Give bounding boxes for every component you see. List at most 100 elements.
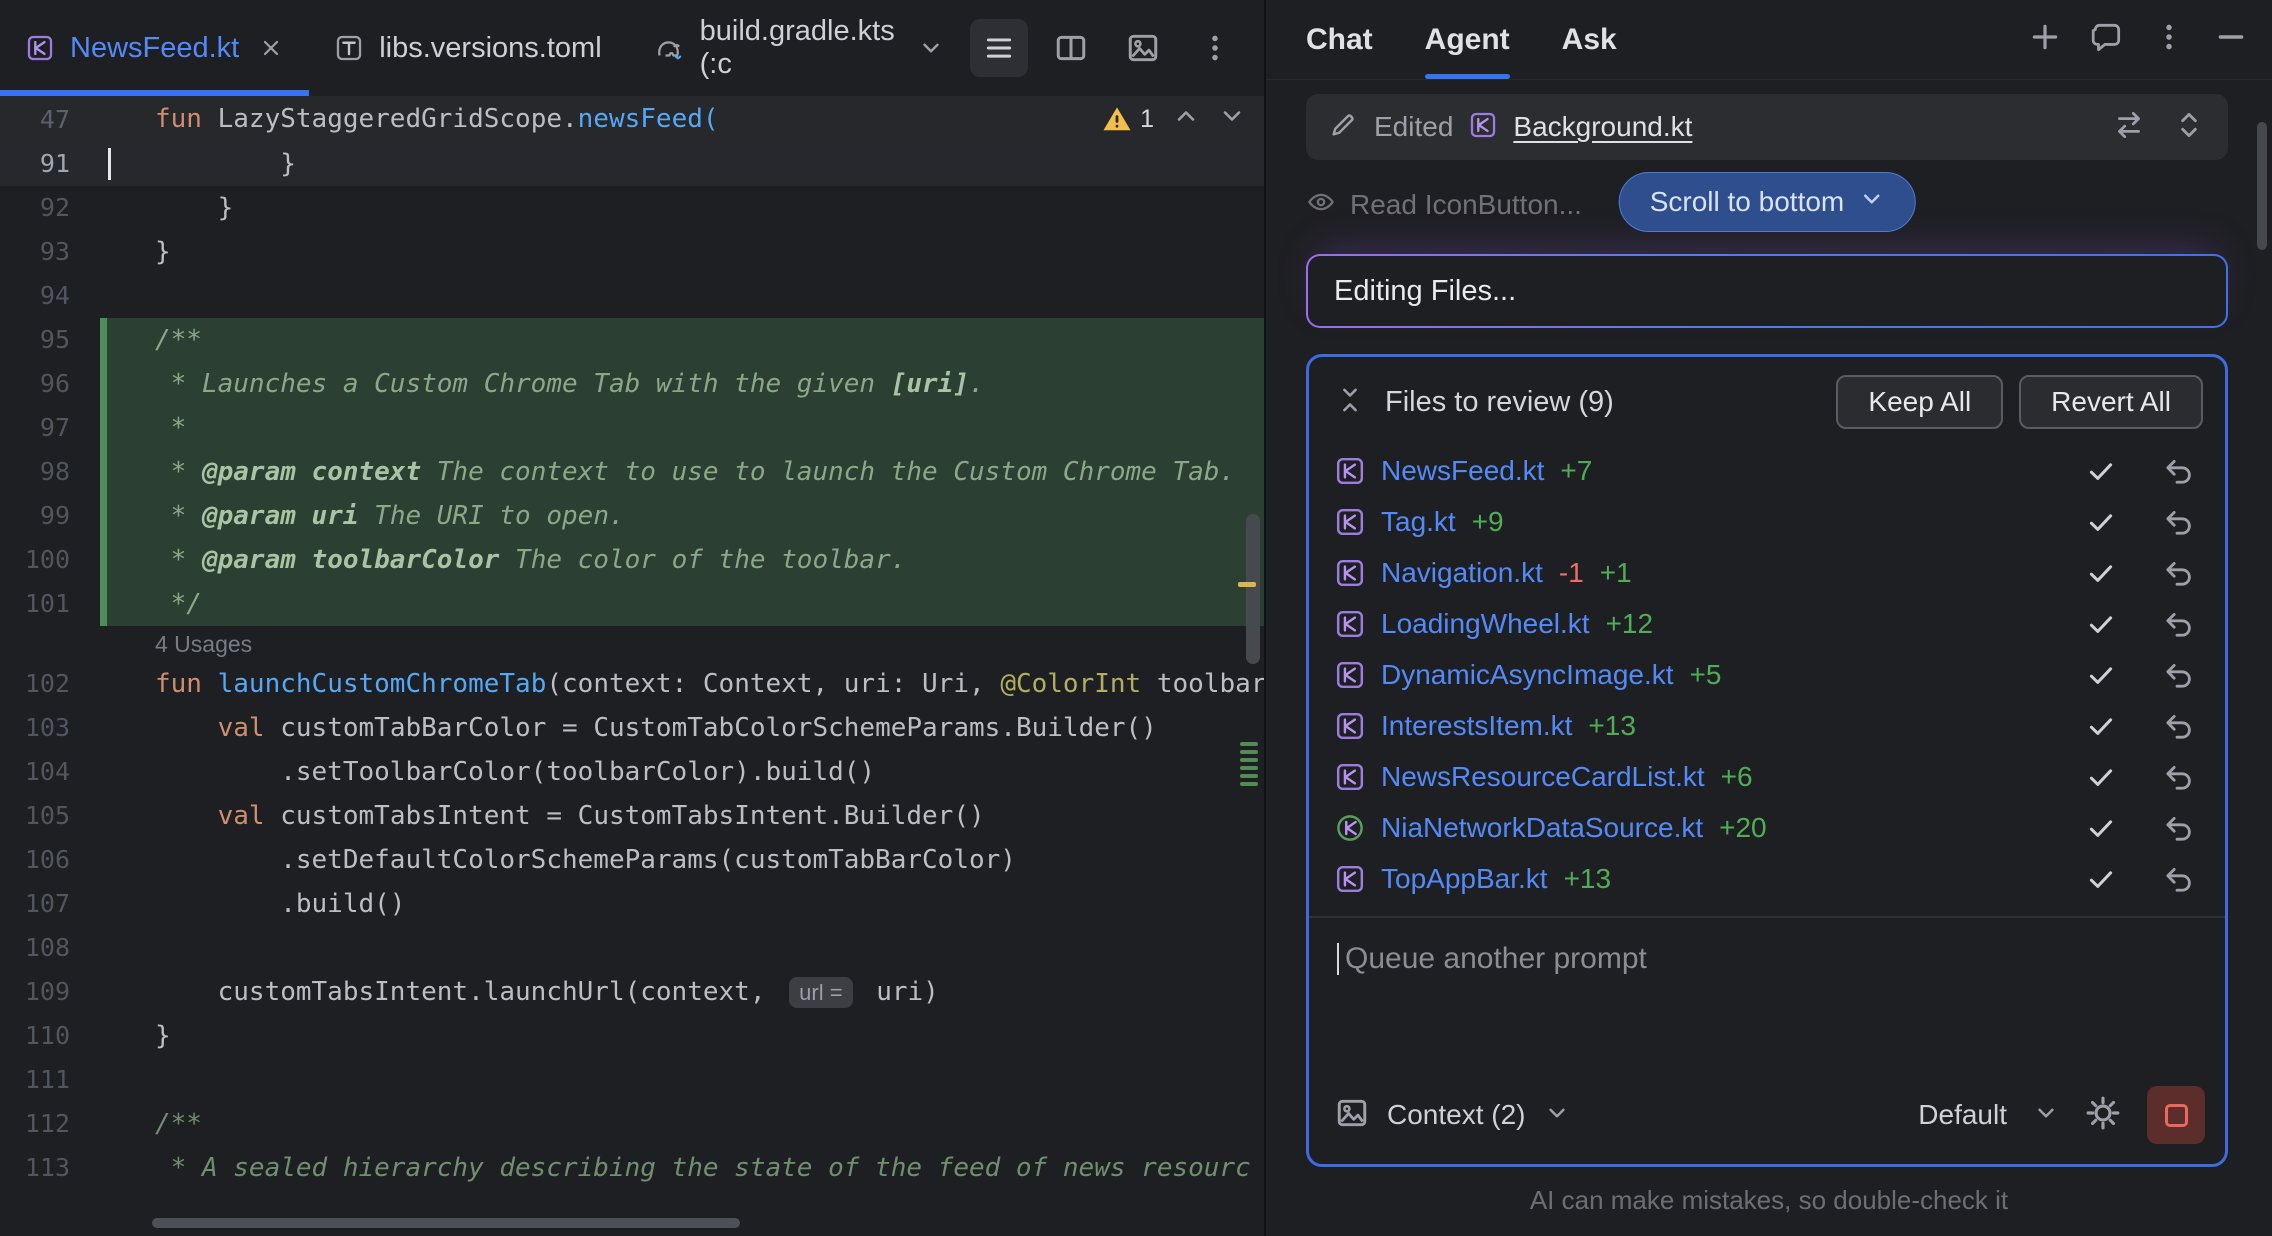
- code-line[interactable]: 99 * @param uri The URI to open.: [0, 494, 1264, 538]
- accept-file-icon[interactable]: [2085, 608, 2117, 640]
- code-line[interactable]: 110}: [0, 1014, 1264, 1058]
- accept-file-icon[interactable]: [2085, 455, 2117, 487]
- editor-horizontal-scrollbar[interactable]: [152, 1218, 740, 1228]
- accept-file-icon[interactable]: [2085, 506, 2117, 538]
- tab-agent[interactable]: Agent: [1425, 0, 1510, 79]
- previous-warning-icon[interactable]: [1172, 102, 1200, 137]
- revert-file-icon[interactable]: [2163, 506, 2195, 538]
- list-icon[interactable]: [970, 19, 1028, 77]
- collapse-icon[interactable]: [1335, 385, 1365, 420]
- revert-file-icon[interactable]: [2163, 761, 2195, 793]
- review-file-link[interactable]: LoadingWheel.kt: [1381, 608, 1590, 640]
- accept-file-icon[interactable]: [2085, 557, 2117, 589]
- change-stripe-mark[interactable]: [1240, 758, 1258, 762]
- code-line[interactable]: 97 *: [0, 406, 1264, 450]
- code-line[interactable]: 101 */: [0, 582, 1264, 626]
- context-selector[interactable]: Context (2): [1387, 1099, 1526, 1131]
- code-line[interactable]: 106 .setDefaultColorSchemeParams(customT…: [0, 838, 1264, 882]
- stop-button[interactable]: [2147, 1086, 2205, 1144]
- plus-icon[interactable]: [2028, 20, 2062, 59]
- edited-file-link[interactable]: Background.kt: [1513, 111, 1692, 143]
- editor-vertical-scrollbar[interactable]: [1246, 514, 1260, 664]
- chat-scrollbar[interactable]: [2257, 122, 2267, 250]
- next-warning-icon[interactable]: [1218, 102, 1246, 137]
- code-line[interactable]: 100 * @param toolbarColor The color of t…: [0, 538, 1264, 582]
- code-line[interactable]: 105 val customTabsIntent = CustomTabsInt…: [0, 794, 1264, 838]
- review-file-link[interactable]: TopAppBar.kt: [1381, 863, 1548, 895]
- chevron-down-icon[interactable]: [918, 35, 944, 61]
- change-stripe-mark[interactable]: [1240, 742, 1258, 746]
- chevron-down-icon[interactable]: [2033, 1100, 2059, 1131]
- edited-file-card[interactable]: Edited Background.kt: [1306, 94, 2228, 160]
- revert-file-icon[interactable]: [2163, 710, 2195, 742]
- code-line[interactable]: 96 * Launches a Custom Chrome Tab with t…: [0, 362, 1264, 406]
- change-stripe-mark[interactable]: [1240, 750, 1258, 754]
- code-line[interactable]: 111: [0, 1058, 1264, 1102]
- attach-image-icon[interactable]: [1335, 1096, 1369, 1135]
- tab-chat[interactable]: Chat: [1306, 0, 1373, 79]
- warning-icon[interactable]: 1: [1102, 104, 1154, 134]
- sticky-code-line[interactable]: 47 fun LazyStaggeredGridScope.newsFeed( …: [0, 96, 1264, 142]
- usages-inlay-row[interactable]: 4 Usages: [0, 626, 1264, 662]
- change-stripe-mark[interactable]: [1240, 782, 1258, 786]
- accept-file-icon[interactable]: [2085, 761, 2117, 793]
- expand-icon[interactable]: [2172, 108, 2206, 147]
- keep-all-button[interactable]: Keep All: [1836, 375, 2003, 429]
- tab-newsfeed-kt[interactable]: NewsFeed.kt: [0, 0, 309, 96]
- model-selector[interactable]: Default: [1918, 1099, 2007, 1131]
- more-kebab-icon[interactable]: [2152, 20, 2186, 59]
- review-file-link[interactable]: Navigation.kt: [1381, 557, 1543, 589]
- code-line[interactable]: 107 .build(): [0, 882, 1264, 926]
- line-number: 100: [0, 538, 100, 582]
- code-line[interactable]: 92 }: [0, 186, 1264, 230]
- chevron-down-icon[interactable]: [1544, 1100, 1570, 1131]
- accept-file-icon[interactable]: [2085, 659, 2117, 691]
- accept-file-icon[interactable]: [2085, 710, 2117, 742]
- revert-file-icon[interactable]: [2163, 863, 2195, 895]
- open-diff-icon[interactable]: [2112, 108, 2146, 147]
- code-line[interactable]: 113 * A sealed hierarchy describing the …: [0, 1146, 1264, 1190]
- revert-file-icon[interactable]: [2163, 659, 2195, 691]
- close-tab-icon[interactable]: [259, 36, 283, 60]
- accept-file-icon[interactable]: [2085, 863, 2117, 895]
- split-editor-icon[interactable]: [1042, 19, 1100, 77]
- code-line[interactable]: 108: [0, 926, 1264, 970]
- chat-bubble-icon[interactable]: [2090, 20, 2124, 59]
- review-file-link[interactable]: DynamicAsyncImage.kt: [1381, 659, 1674, 691]
- review-file-link[interactable]: InterestsItem.kt: [1381, 710, 1572, 742]
- code-line[interactable]: 112/**: [0, 1102, 1264, 1146]
- code-line[interactable]: 103 val customTabBarColor = CustomTabCol…: [0, 706, 1264, 750]
- change-stripe-mark[interactable]: [1240, 774, 1258, 778]
- review-file-link[interactable]: NewsResourceCardList.kt: [1381, 761, 1705, 793]
- more-kebab-icon[interactable]: [1186, 19, 1244, 77]
- revert-file-icon[interactable]: [2163, 812, 2195, 844]
- code-area[interactable]: 91 }92 }93}9495/**96 * Launches a Custom…: [0, 142, 1264, 1236]
- code-line[interactable]: 109 customTabsIntent.launchUrl(context, …: [0, 970, 1264, 1014]
- code-line[interactable]: 104 .setToolbarColor(toolbarColor).build…: [0, 750, 1264, 794]
- image-icon[interactable]: [1114, 19, 1172, 77]
- code-line[interactable]: 93}: [0, 230, 1264, 274]
- code-line[interactable]: 91 }: [0, 142, 1264, 186]
- scroll-to-bottom-button[interactable]: Scroll to bottom: [1619, 172, 1916, 232]
- gear-icon[interactable]: [2085, 1095, 2121, 1136]
- minimize-icon[interactable]: [2214, 20, 2248, 59]
- review-file-link[interactable]: Tag.kt: [1381, 506, 1456, 538]
- code-line[interactable]: 102fun launchCustomChromeTab(context: Co…: [0, 662, 1264, 706]
- tab-build-gradle-kts[interactable]: build.gradle.kts (:c: [628, 0, 970, 96]
- code-line[interactable]: 98 * @param context The context to use t…: [0, 450, 1264, 494]
- revert-file-icon[interactable]: [2163, 608, 2195, 640]
- tab-libs-versions-toml[interactable]: libs.versions.toml: [309, 0, 627, 96]
- warning-stripe-mark[interactable]: [1238, 582, 1256, 587]
- change-stripe-mark[interactable]: [1240, 766, 1258, 770]
- revert-all-button[interactable]: Revert All: [2019, 375, 2203, 429]
- revert-file-icon[interactable]: [2163, 455, 2195, 487]
- revert-file-icon[interactable]: [2163, 557, 2195, 589]
- review-file-link[interactable]: NiaNetworkDataSource.kt: [1381, 812, 1703, 844]
- prompt-input[interactable]: Queue another prompt: [1309, 916, 2225, 1086]
- review-file-link[interactable]: NewsFeed.kt: [1381, 455, 1544, 487]
- tab-ask[interactable]: Ask: [1562, 0, 1617, 79]
- code-line[interactable]: 95/**: [0, 318, 1264, 362]
- code-line[interactable]: 94: [0, 274, 1264, 318]
- accept-file-icon[interactable]: [2085, 812, 2117, 844]
- ide-window: NewsFeed.kt libs.versions.toml build.gra…: [0, 0, 2272, 1236]
